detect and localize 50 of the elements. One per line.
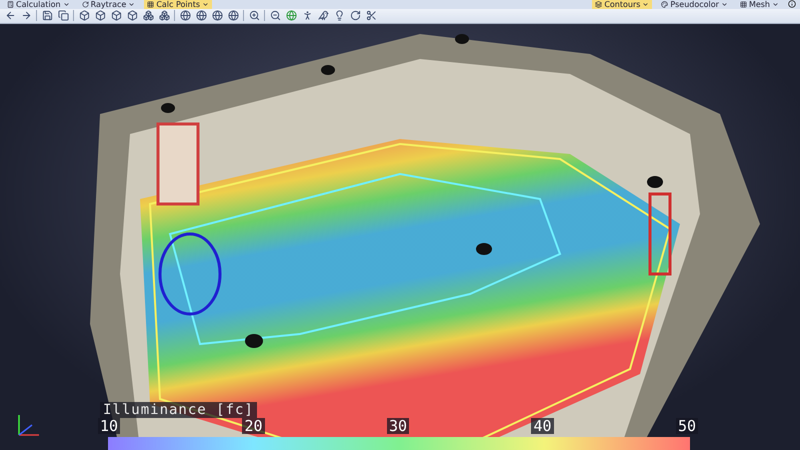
info-icon[interactable] bbox=[788, 0, 796, 8]
light-fixture bbox=[245, 334, 263, 348]
grid-icon bbox=[147, 0, 154, 8]
rotate-icon bbox=[82, 0, 89, 8]
legend-tick-label: 20 bbox=[242, 418, 265, 434]
sphere-icon[interactable] bbox=[227, 10, 239, 22]
cubes-icon[interactable] bbox=[142, 10, 154, 22]
save-icon[interactable] bbox=[41, 10, 53, 22]
legend-tick-label: 40 bbox=[531, 418, 554, 434]
display-menu[interactable]: Contours bbox=[592, 0, 652, 9]
display-menu[interactable]: Mesh bbox=[736, 0, 782, 9]
toolbar-menu[interactable]: Calculation bbox=[4, 0, 73, 9]
caret-icon bbox=[202, 0, 209, 8]
forward-arrow-icon[interactable] bbox=[20, 10, 32, 22]
caret-icon bbox=[642, 0, 650, 8]
copy-icon[interactable] bbox=[57, 10, 69, 22]
caret-icon bbox=[62, 0, 70, 8]
light-fixture bbox=[647, 176, 663, 188]
display-menu[interactable]: Pseudocolor bbox=[658, 0, 731, 9]
caret-icon bbox=[720, 0, 728, 8]
bird-icon[interactable] bbox=[317, 10, 329, 22]
cubes-icon[interactable] bbox=[158, 10, 170, 22]
cube-icon[interactable] bbox=[110, 10, 122, 22]
zoom-in-icon[interactable] bbox=[248, 10, 260, 22]
cube-icon[interactable] bbox=[78, 10, 90, 22]
caret-icon bbox=[772, 0, 779, 8]
grid-icon bbox=[740, 0, 747, 8]
caret-icon bbox=[128, 0, 136, 8]
rotate-icon[interactable] bbox=[349, 10, 361, 22]
legend-tick-label: 50 bbox=[676, 418, 698, 434]
light-fixture bbox=[476, 243, 492, 255]
back-arrow-icon[interactable] bbox=[4, 10, 16, 22]
sphere-icon[interactable] bbox=[211, 10, 223, 22]
light-fixture bbox=[321, 65, 335, 75]
zoom-out-icon[interactable] bbox=[269, 10, 281, 22]
cube-icon[interactable] bbox=[94, 10, 106, 22]
layers-icon bbox=[595, 0, 602, 8]
light-fixture bbox=[455, 34, 469, 44]
legend-tick-label: 30 bbox=[386, 418, 410, 434]
cube-icon[interactable] bbox=[126, 10, 138, 22]
light-fixture bbox=[161, 103, 175, 113]
legend-tick-label: 10 bbox=[98, 418, 120, 434]
sphere-icon[interactable] bbox=[195, 10, 207, 22]
scissors-icon[interactable] bbox=[365, 10, 377, 22]
calculator-icon bbox=[7, 0, 14, 8]
sphere-icon[interactable] bbox=[179, 10, 191, 22]
toolbar-menu[interactable]: Raytrace bbox=[78, 0, 138, 9]
palette-icon bbox=[661, 0, 668, 8]
legend-title: Illuminance [fc] bbox=[100, 402, 257, 418]
toolbar-menu[interactable]: Calc Points bbox=[144, 0, 212, 9]
